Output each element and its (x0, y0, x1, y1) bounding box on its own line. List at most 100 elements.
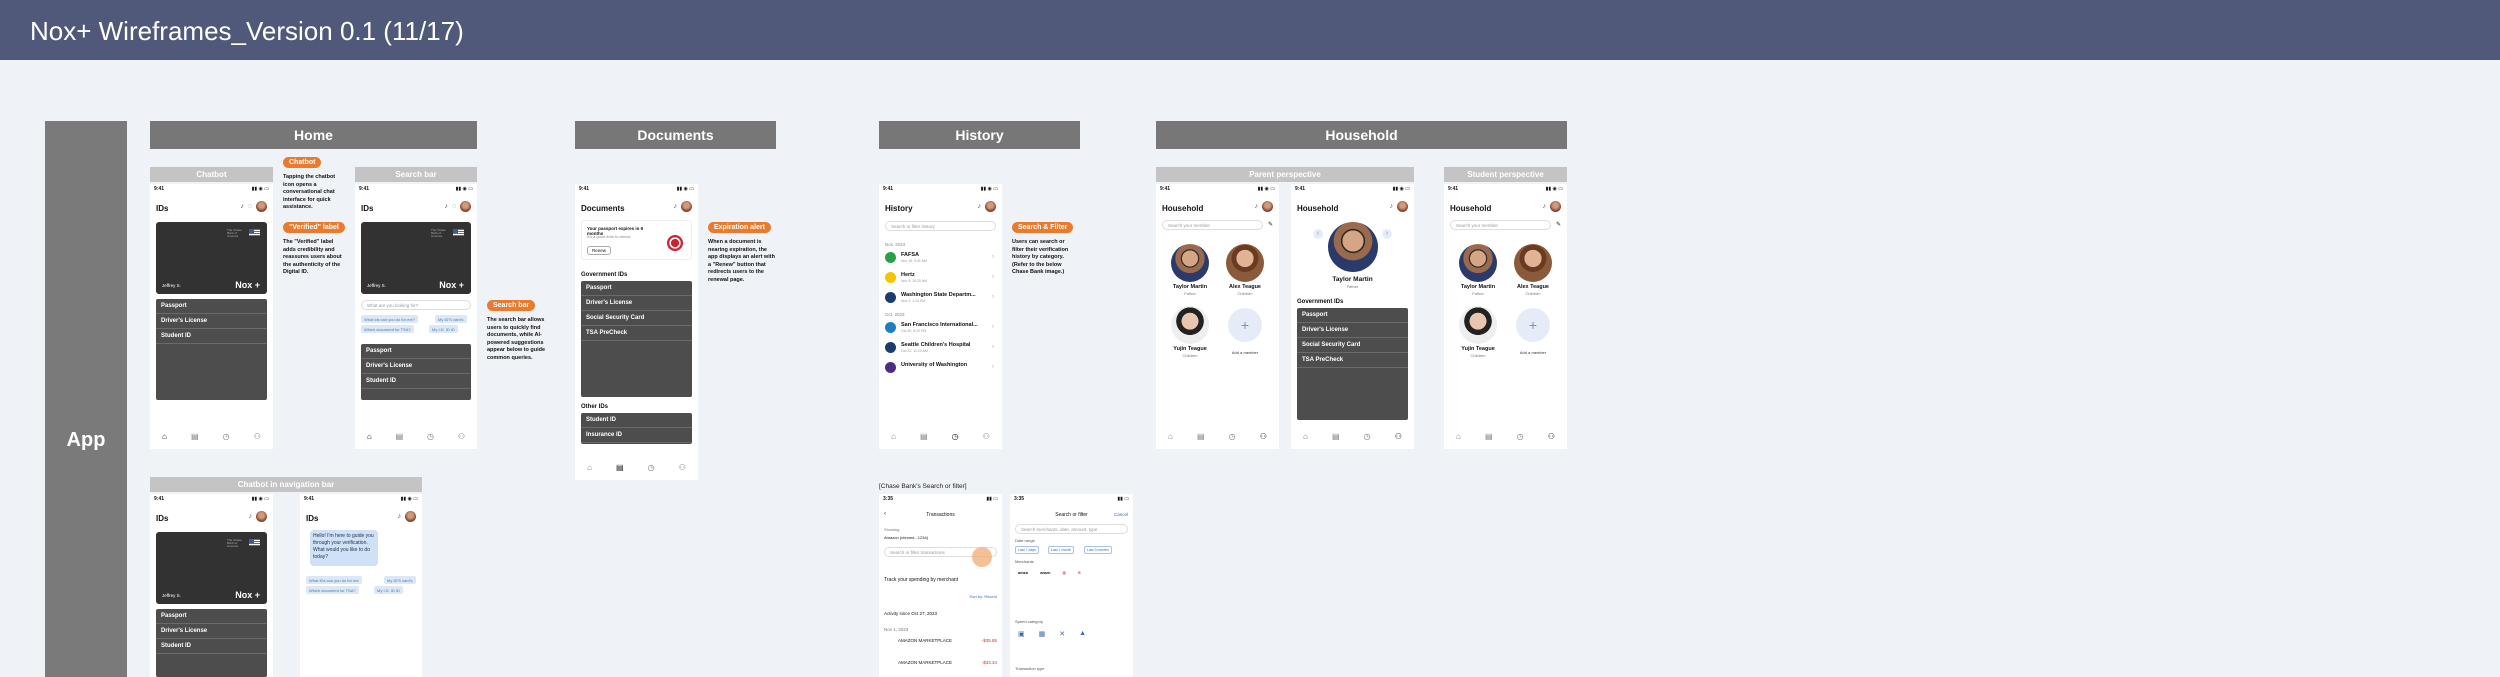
avatar[interactable] (256, 201, 267, 212)
history-icon[interactable]: ◷ (427, 432, 434, 441)
history-icon[interactable]: ◷ (223, 432, 230, 441)
bell-icon[interactable]: ♪ (444, 203, 448, 210)
home-icon[interactable]: ⌂ (367, 432, 372, 441)
suggestion-pill[interactable]: Which document for TSA? (306, 586, 359, 594)
range-chip[interactable]: Last 3 months (1084, 546, 1112, 554)
household-icon[interactable]: ⚇ (458, 432, 465, 441)
bell-icon[interactable]: ♪ (240, 203, 244, 210)
member-search-input[interactable]: Search your member (1450, 220, 1551, 230)
history-item[interactable]: FAFSA Nov 15, 9:41 AM › (885, 250, 996, 266)
back-icon[interactable]: ‹ (884, 511, 886, 517)
chatbot-icon[interactable]: ◌ (452, 203, 456, 210)
document-icon[interactable]: ▤ (191, 432, 199, 441)
history-icon[interactable]: ◷ (1229, 432, 1236, 441)
history-icon[interactable]: ◷ (952, 432, 959, 441)
suggestion-pill[interactable]: What ids can you do for me? (361, 315, 418, 323)
suggestion-pill[interactable]: My ID'S card's (435, 315, 467, 323)
search-input[interactable]: What are you looking for? (361, 300, 471, 310)
history-item[interactable]: Seattle Children's Hospital Oct 22, 11:10… (885, 340, 996, 356)
home-icon[interactable]: ⌂ (891, 432, 896, 441)
doc-item-insurance-id[interactable]: Insurance ID (581, 428, 692, 443)
home-icon[interactable]: ⌂ (587, 463, 592, 472)
household-icon[interactable]: ⚇ (1260, 432, 1267, 441)
sort-button[interactable]: Sort by: Recent (969, 594, 997, 599)
document-icon[interactable]: ▤ (1332, 432, 1340, 441)
doc-item-ssn[interactable]: Social Security Card (581, 311, 692, 326)
avatar[interactable] (681, 201, 692, 212)
doc-item-drivers-license[interactable]: Driver's License (1297, 323, 1408, 338)
dining-icon[interactable]: ✕ (1059, 630, 1065, 638)
chatbot-icon[interactable]: ◌ (248, 203, 252, 210)
doc-item-tsa[interactable]: TSA PreCheck (581, 326, 692, 341)
member-photo[interactable] (1514, 244, 1552, 282)
history-item[interactable]: Hertz Nov 9, 10:20 AM › (885, 270, 996, 286)
household-icon[interactable]: ⚇ (983, 432, 990, 441)
suggestion-pill[interactable]: My ID'S card's (384, 576, 416, 584)
bell-icon[interactable]: ♪ (1255, 203, 1259, 210)
history-item[interactable]: San Francisco International... Oct 30, 5:… (885, 320, 996, 336)
id-card[interactable]: The Chase Bank of America Jeffrey S. Nox… (156, 222, 267, 294)
id-item-passport[interactable]: Passport (156, 609, 267, 624)
member-photo[interactable] (1171, 306, 1209, 344)
id-item-drivers-license[interactable]: Driver's License (156, 624, 267, 639)
doc-item-student-id[interactable]: Student ID (581, 413, 692, 428)
renew-button[interactable]: Renew (587, 246, 612, 255)
household-icon[interactable]: ⚇ (1548, 432, 1555, 441)
id-item-drivers-license[interactable]: Driver's License (156, 314, 267, 329)
edit-icon[interactable]: ✎ (1268, 221, 1273, 228)
member-photo[interactable] (1459, 306, 1497, 344)
suggestion-pill[interactable]: My I.D. ID ID (429, 325, 458, 333)
filter-search-input[interactable]: Search merchants, date, amount, type (1015, 524, 1128, 534)
document-icon[interactable]: ▤ (616, 463, 624, 472)
avatar[interactable] (1262, 201, 1273, 212)
bell-icon[interactable]: ♪ (398, 513, 402, 520)
avatar[interactable] (985, 201, 996, 212)
avatar[interactable] (1550, 201, 1561, 212)
history-search-input[interactable]: Search or filter history (885, 221, 996, 231)
member-photo[interactable] (1226, 244, 1264, 282)
id-item-student-id[interactable]: Student ID (156, 329, 267, 344)
add-member-button[interactable]: + (1516, 308, 1550, 342)
doc-item-ssn[interactable]: Social Security Card (1297, 338, 1408, 353)
document-icon[interactable]: ▤ (1485, 432, 1493, 441)
household-icon[interactable]: ⚇ (254, 432, 261, 441)
education-icon[interactable]: ▲ (1079, 630, 1086, 638)
target-logo-icon[interactable]: ◎ (1062, 570, 1066, 575)
history-icon[interactable]: ◷ (1364, 432, 1371, 441)
doc-item-drivers-license[interactable]: Driver's License (581, 296, 692, 311)
id-card[interactable]: The Chase Bank of America Jeffrey S. Nox… (156, 532, 267, 604)
groceries-icon[interactable]: ▦ (1039, 630, 1046, 638)
avatar[interactable] (460, 201, 471, 212)
document-icon[interactable]: ▤ (920, 432, 928, 441)
home-icon[interactable]: ⌂ (1303, 432, 1308, 441)
cancel-button[interactable]: Cancel (1114, 512, 1128, 517)
range-chip[interactable]: Last 7 days (1015, 546, 1039, 554)
id-item-passport[interactable]: Passport (156, 299, 267, 314)
history-item[interactable]: University of Washington › (885, 360, 996, 376)
avatar[interactable] (405, 511, 416, 522)
id-item-student-id[interactable]: Student ID (156, 639, 267, 654)
household-icon[interactable]: ⚇ (679, 463, 686, 472)
suggestion-pill[interactable]: Which document for TSA? (361, 325, 414, 333)
doc-item-passport[interactable]: Passport (581, 281, 692, 296)
history-item[interactable]: Washington State Departm... Nov 2, 1:14 P… (885, 290, 996, 306)
id-item-passport[interactable]: Passport (361, 344, 471, 359)
bell-icon[interactable]: ♪ (978, 203, 982, 210)
document-icon[interactable]: ▤ (1197, 432, 1205, 441)
id-item-drivers-license[interactable]: Driver's License (361, 359, 471, 374)
home-icon[interactable]: ⌂ (1456, 432, 1461, 441)
bell-icon[interactable]: ♪ (249, 513, 253, 520)
history-icon[interactable]: ◷ (648, 463, 655, 472)
doc-item-tsa[interactable]: TSA PreCheck (1297, 353, 1408, 368)
chevron-left-icon[interactable]: ‹ (1313, 229, 1323, 239)
amazon-logo-icon[interactable]: amzn (1040, 570, 1050, 575)
add-member-button[interactable]: + (1228, 308, 1262, 342)
member-photo[interactable] (1171, 244, 1209, 282)
edit-icon[interactable]: ✎ (1556, 221, 1561, 228)
suggestion-pill[interactable]: What IDs can you do for me (306, 576, 362, 584)
home-icon[interactable]: ⌂ (1168, 432, 1173, 441)
bell-icon[interactable]: ♪ (674, 203, 678, 210)
id-item-student-id[interactable]: Student ID (361, 374, 471, 389)
bell-icon[interactable]: ♪ (1390, 203, 1394, 210)
shopping-icon[interactable]: ▣ (1018, 630, 1025, 638)
